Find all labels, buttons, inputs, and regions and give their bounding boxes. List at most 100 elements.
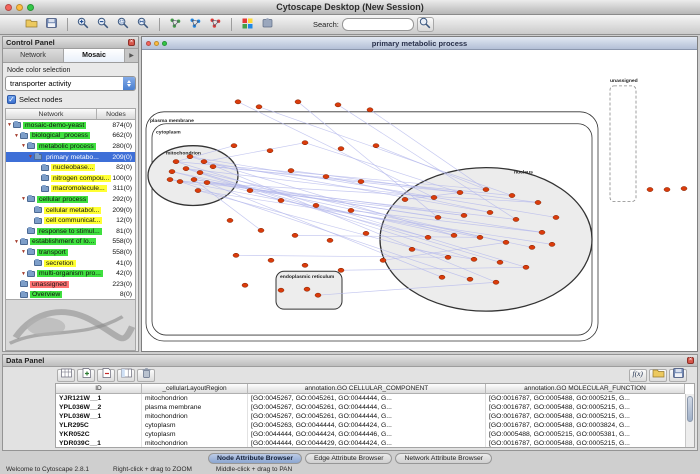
create-network-button[interactable] xyxy=(186,17,205,33)
network-node[interactable] xyxy=(477,235,483,239)
close-button[interactable] xyxy=(5,4,12,11)
data-panel-close-button[interactable]: × xyxy=(687,357,694,364)
import-network-button[interactable] xyxy=(166,17,185,33)
attribute-columns-button[interactable] xyxy=(117,369,135,382)
table-row[interactable]: YPL036W__1mitochondrion[GO:0045267, GO:0… xyxy=(56,412,694,421)
table-row[interactable]: YJR121W__1mitochondrion[GO:0045267, GO:0… xyxy=(56,394,694,403)
attribute-select-button[interactable] xyxy=(57,369,75,382)
network-node[interactable] xyxy=(195,188,201,192)
network-node[interactable] xyxy=(363,231,369,235)
network-node[interactable] xyxy=(302,141,308,145)
tree-item-cell-communicat[interactable]: cell communicat...12(0) xyxy=(6,215,135,226)
minimize-button[interactable] xyxy=(16,4,23,11)
network-node[interactable] xyxy=(338,268,344,272)
network-node[interactable] xyxy=(227,218,233,222)
tab-edge-attribute-browser[interactable]: Edge Attribute Browser xyxy=(305,453,393,464)
frame-close-button[interactable] xyxy=(146,41,151,46)
expand-arrow-icon[interactable]: ▼ xyxy=(20,249,27,255)
tree-item-metabolic-process[interactable]: ▼metabolic process280(0) xyxy=(6,141,135,152)
tree-item-secretion[interactable]: secretion41(0) xyxy=(6,258,135,269)
network-node[interactable] xyxy=(235,100,241,104)
tree-item-biological-process[interactable]: ▼biological_process662(0) xyxy=(6,131,135,142)
tree-item-macromolecule[interactable]: macromolecule...311(0) xyxy=(6,184,135,195)
tree-item-cellular-process[interactable]: ▼cellular process292(0) xyxy=(6,194,135,205)
network-node[interactable] xyxy=(431,195,437,199)
save-session-button[interactable] xyxy=(42,17,61,33)
network-node[interactable] xyxy=(295,100,301,104)
maximize-button[interactable] xyxy=(27,4,34,11)
network-node[interactable] xyxy=(523,265,529,269)
select-nodes-checkbox[interactable]: ✓ xyxy=(7,95,16,104)
network-node[interactable] xyxy=(503,240,509,244)
network-node[interactable] xyxy=(304,287,310,291)
network-node[interactable] xyxy=(509,193,515,197)
network-node[interactable] xyxy=(233,253,239,257)
network-node[interactable] xyxy=(483,187,489,191)
network-node[interactable] xyxy=(513,217,519,221)
network-node[interactable] xyxy=(539,230,545,234)
network-node[interactable] xyxy=(197,170,203,174)
network-node[interactable] xyxy=(201,160,207,164)
destroy-network-button[interactable] xyxy=(206,17,225,33)
network-node[interactable] xyxy=(358,179,364,183)
tab-network-attribute-browser[interactable]: Network Attribute Browser xyxy=(395,453,492,464)
zoom-fit-button[interactable] xyxy=(134,17,153,33)
network-node[interactable] xyxy=(256,105,262,109)
network-node[interactable] xyxy=(278,288,284,292)
network-node[interactable] xyxy=(278,198,284,202)
tab-mosaic[interactable]: Mosaic xyxy=(64,49,125,62)
network-node[interactable] xyxy=(204,180,210,184)
table-scrollbar-thumb[interactable] xyxy=(687,396,693,422)
network-node[interactable] xyxy=(258,228,264,232)
network-node[interactable] xyxy=(425,235,431,239)
network-node[interactable] xyxy=(187,155,193,159)
network-node[interactable] xyxy=(323,174,329,178)
network-node[interactable] xyxy=(292,233,298,237)
frame-minimize-button[interactable] xyxy=(154,41,159,46)
tab-network[interactable]: Network xyxy=(3,49,64,62)
network-node[interactable] xyxy=(231,144,237,148)
expand-arrow-icon[interactable]: ▼ xyxy=(20,143,27,149)
network-node[interactable] xyxy=(553,215,559,219)
import-attributes-button[interactable] xyxy=(649,369,667,382)
tree-item-response-to-stimul[interactable]: response to stimul...81(0) xyxy=(6,226,135,237)
network-node[interactable] xyxy=(664,187,670,191)
network-node[interactable] xyxy=(313,203,319,207)
column-header[interactable]: annotation.GO MOLECULAR_FUNCTION xyxy=(486,384,685,394)
network-node[interactable] xyxy=(167,177,173,181)
tree-item-nucleobase[interactable]: nucleobase...82(0) xyxy=(6,162,135,173)
delete-rows-button[interactable] xyxy=(137,369,155,382)
network-node[interactable] xyxy=(247,188,253,192)
network-node[interactable] xyxy=(191,177,197,181)
control-panel-close-button[interactable]: × xyxy=(128,39,135,46)
network-node[interactable] xyxy=(445,255,451,259)
network-node[interactable] xyxy=(173,160,179,164)
tree-item-cellular-metabol[interactable]: cellular metabol...209(0) xyxy=(6,205,135,216)
network-node[interactable] xyxy=(288,169,294,173)
tabs-overflow-button[interactable]: ▶ xyxy=(125,49,138,62)
tab-node-attribute-browser[interactable]: Node Attribute Browser xyxy=(208,453,302,464)
network-node[interactable] xyxy=(267,149,273,153)
tree-item-unassigned[interactable]: unassigned223(0) xyxy=(6,279,135,290)
create-attribute-button[interactable] xyxy=(77,369,95,382)
network-node[interactable] xyxy=(302,263,308,267)
network-node[interactable] xyxy=(338,147,344,151)
tree-item-transport[interactable]: ▼transport558(0) xyxy=(6,247,135,258)
zoom-selected-button[interactable] xyxy=(114,17,133,33)
color-attribute-dropdown[interactable]: transporter activity xyxy=(5,76,136,91)
network-node[interactable] xyxy=(647,187,653,191)
network-node[interactable] xyxy=(367,108,373,112)
tree-item-overview[interactable]: Overview8(0) xyxy=(6,290,135,301)
network-node[interactable] xyxy=(461,213,467,217)
network-node[interactable] xyxy=(169,170,175,174)
tree-item-nitrogen-compou[interactable]: nitrogen compou...100(0) xyxy=(6,173,135,184)
search-input[interactable] xyxy=(342,18,414,31)
network-node[interactable] xyxy=(549,242,555,246)
network-node[interactable] xyxy=(402,197,408,201)
network-node[interactable] xyxy=(493,280,499,284)
network-node[interactable] xyxy=(529,245,535,249)
network-node[interactable] xyxy=(457,190,463,194)
formula-builder-button[interactable]: f(x) xyxy=(629,369,647,382)
network-node[interactable] xyxy=(242,283,248,287)
plugin-manager-button[interactable] xyxy=(258,17,277,33)
